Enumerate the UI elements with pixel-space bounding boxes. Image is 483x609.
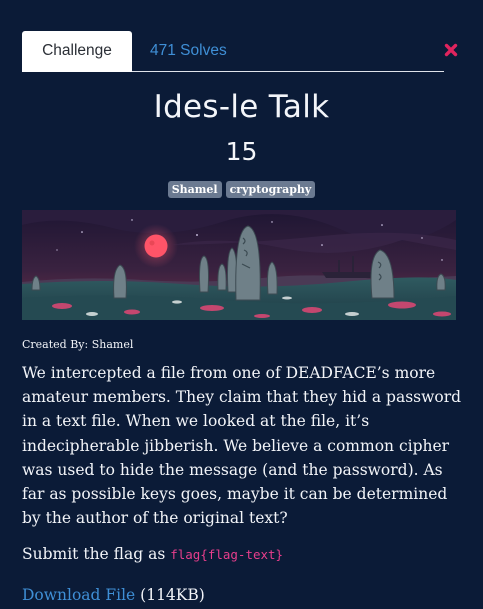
submit-prefix-text: Submit the flag as bbox=[22, 545, 171, 563]
challenge-title: Ides-le Talk bbox=[153, 89, 330, 125]
challenge-banner-image bbox=[22, 210, 456, 320]
submit-instruction: Submit the flag as flag{flag-text} bbox=[22, 545, 283, 563]
tab-challenge[interactable]: Challenge bbox=[22, 31, 132, 72]
download-size-text: (114KB) bbox=[135, 586, 205, 604]
tag-category: cryptography bbox=[225, 181, 316, 198]
challenge-modal: Challenge 471 Solves Ides-le Talk 15 Sha… bbox=[0, 0, 483, 609]
tag-author: Shamel bbox=[167, 181, 222, 198]
close-button[interactable] bbox=[444, 42, 458, 57]
download-file-link[interactable]: Download File bbox=[22, 586, 135, 604]
created-by-label: Created By: Shamel bbox=[22, 338, 134, 351]
challenge-description: We intercepted a file from one of DEADFA… bbox=[22, 364, 462, 528]
challenge-tags: Shamel cryptography bbox=[0, 181, 483, 198]
challenge-points: 15 bbox=[225, 137, 258, 166]
tab-solves[interactable]: 471 Solves bbox=[150, 31, 227, 71]
download-line: Download File (114KB) bbox=[22, 586, 205, 604]
challenge-tabs: Challenge 471 Solves bbox=[22, 31, 444, 72]
flag-format-code: flag{flag-text} bbox=[170, 547, 284, 562]
close-x-icon bbox=[444, 43, 458, 57]
